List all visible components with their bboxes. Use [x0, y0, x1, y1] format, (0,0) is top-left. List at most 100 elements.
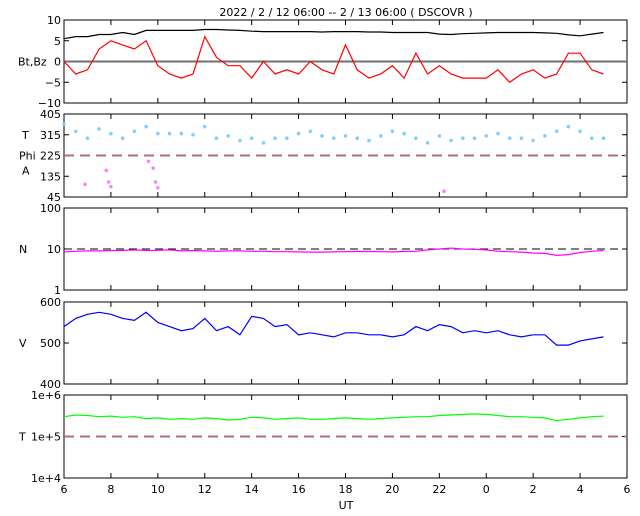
x-axis-label: UT — [339, 499, 354, 512]
panel-temperature: 1e+61e+51e+46 8 10 12 14 16 18 20 22 0 2 4 6T — [18, 389, 631, 496]
data-point-phi — [449, 138, 453, 143]
y-axis-label: Phi — [19, 150, 36, 163]
y-axis-label: Bt,Bz — [18, 56, 47, 69]
data-point-phi — [308, 129, 313, 134]
chart-title: 2022 / 2 / 12 06:00 -- 2 / 13 06:00 ( DS… — [219, 6, 472, 19]
data-point-phi — [437, 134, 442, 138]
series-line-bt — [63, 28, 604, 40]
data-point-phi — [273, 136, 277, 141]
data-point-phi — [62, 122, 66, 127]
panel-speed: 600500400V — [19, 296, 628, 391]
series-line-bz — [63, 35, 604, 84]
data-point-phi — [261, 141, 266, 145]
data-point-phi — [566, 124, 571, 129]
data-point-phi — [238, 138, 242, 143]
data-point-phi — [496, 131, 500, 136]
data-point-phi — [214, 136, 219, 141]
x-tick-label: 2 — [530, 483, 537, 496]
x-tick-label: 0 — [483, 483, 490, 496]
data-point-phi — [120, 136, 125, 141]
data-point-phi — [132, 129, 137, 134]
x-tick-label: 20 — [385, 483, 399, 496]
data-point-phi — [378, 134, 383, 138]
data-point-phi-sunward- — [442, 189, 446, 194]
y-tick-label: 1e+4 — [31, 472, 61, 485]
panel-phi: 40531522513545TPhiA — [19, 108, 628, 204]
data-point-phi — [73, 129, 78, 134]
y-tick-label: 315 — [40, 129, 61, 142]
y-tick-label: 10 — [47, 243, 61, 256]
data-point-phi — [425, 141, 430, 145]
panel-density: 100101N — [19, 202, 628, 297]
data-point-phi — [167, 131, 172, 136]
data-point-phi — [590, 136, 594, 141]
data-point-phi — [414, 136, 418, 141]
data-point-phi-sunward- — [83, 182, 87, 187]
x-tick-label: 16 — [292, 483, 306, 496]
panel-bt-bz: 1050−5−10Bt,Bz — [18, 14, 628, 110]
data-point-phi — [179, 131, 184, 136]
y-tick-label: 135 — [40, 170, 61, 183]
y-axis-label: T — [18, 431, 26, 444]
data-point-phi — [507, 136, 512, 141]
data-point-phi-sunward- — [104, 168, 109, 173]
data-point-phi — [285, 136, 289, 141]
series-line-t — [63, 413, 604, 422]
x-tick-label: 10 — [151, 483, 165, 496]
data-point-phi — [97, 127, 101, 131]
x-tick-label: 6 — [61, 483, 68, 496]
chart-svg: 2022 / 2 / 12 06:00 -- 2 / 13 06:00 ( DS… — [18, 6, 631, 512]
y-axis-label: V — [19, 337, 27, 350]
data-point-phi — [156, 131, 160, 136]
x-tick-label: 12 — [198, 483, 212, 496]
y-tick-label: 405 — [40, 108, 61, 121]
y-tick-label: 100 — [40, 202, 61, 215]
data-point-phi — [472, 136, 477, 141]
data-point-phi-sunward- — [106, 180, 111, 184]
y-tick-label: 1e+6 — [31, 389, 61, 402]
y-tick-label: −5 — [45, 76, 61, 89]
data-point-phi-sunward- — [153, 180, 158, 184]
data-point-phi — [460, 136, 465, 141]
series-line-v — [63, 311, 604, 346]
data-point-phi-sunward- — [109, 184, 113, 189]
data-point-phi — [402, 131, 406, 136]
x-tick-label: 8 — [107, 483, 114, 496]
data-point-phi — [226, 134, 231, 138]
data-point-phi — [578, 129, 582, 134]
data-point-phi — [191, 132, 195, 137]
data-point-phi-sunward- — [156, 185, 160, 190]
data-point-phi — [320, 134, 324, 138]
data-point-phi — [343, 134, 348, 138]
data-point-phi — [85, 136, 90, 141]
x-tick-label: 6 — [624, 483, 631, 496]
data-point-phi-sunward- — [151, 166, 155, 170]
data-point-phi — [144, 124, 148, 129]
data-point-phi — [484, 134, 489, 138]
y-axis-label: T — [21, 129, 29, 142]
data-point-phi — [296, 131, 301, 136]
data-point-phi — [367, 138, 371, 143]
y-axis-label: A — [22, 164, 30, 177]
x-tick-label: 14 — [245, 483, 259, 496]
x-tick-label: 22 — [432, 483, 446, 496]
data-point-phi — [554, 129, 559, 134]
data-point-phi — [249, 136, 254, 141]
data-point-phi-sunward- — [146, 159, 151, 164]
y-tick-label: 1e+5 — [31, 431, 61, 444]
y-axis-label: N — [19, 243, 27, 256]
data-point-phi — [601, 136, 606, 141]
x-tick-label: 4 — [577, 483, 584, 496]
x-tick-label: 18 — [339, 483, 353, 496]
data-point-phi — [543, 134, 547, 138]
data-point-phi — [519, 136, 524, 141]
data-point-phi — [390, 129, 395, 134]
y-tick-label: 600 — [40, 296, 61, 309]
data-point-phi — [355, 136, 360, 141]
y-tick-label: 10 — [47, 14, 61, 27]
data-point-phi — [202, 124, 207, 129]
data-point-phi — [109, 131, 113, 136]
y-tick-label: 5 — [54, 35, 61, 48]
y-tick-label: 0 — [54, 56, 61, 69]
solar-wind-chart: 2022 / 2 / 12 06:00 -- 2 / 13 06:00 ( DS… — [0, 0, 640, 512]
